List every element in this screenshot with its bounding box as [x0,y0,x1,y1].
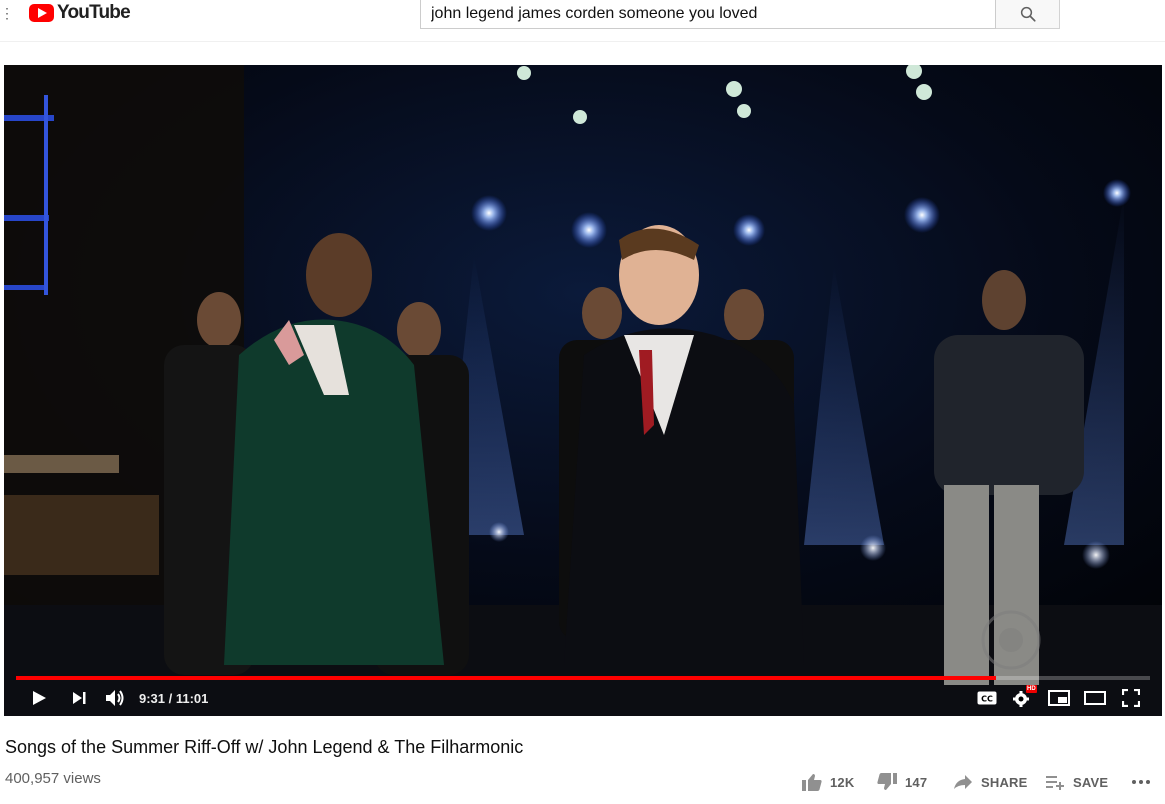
fullscreen-button[interactable] [1118,685,1144,711]
youtube-play-icon [29,4,54,22]
progress-played [16,676,996,680]
like-count: 12K [830,774,855,790]
video-frame [4,65,1162,716]
share-button[interactable]: SHARE [953,770,1028,794]
playlist-add-icon [1046,776,1064,790]
subtitles-button[interactable]: CC [974,685,1000,711]
miniplayer-button[interactable] [1046,685,1072,711]
logo-text: YouTube [57,2,131,23]
dislike-count: 147 [905,774,928,790]
theater-icon [1084,691,1106,705]
more-actions-button[interactable] [1131,770,1151,794]
thumbs-down-icon [877,773,897,790]
share-label: SHARE [981,774,1028,790]
play-button[interactable] [26,685,52,711]
volume-icon [106,690,124,706]
theater-mode-button[interactable] [1082,685,1108,711]
search-button[interactable] [996,0,1060,29]
youtube-logo[interactable]: YouTube [29,2,131,23]
video-player[interactable]: 9:31 / 11:01 CC HD [4,65,1162,716]
fullscreen-icon [1122,689,1140,707]
video-title: Songs of the Summer Riff-Off w/ John Leg… [5,737,524,757]
progress-bar[interactable] [16,676,1150,680]
mute-button[interactable] [102,685,128,711]
svg-text:CC: CC [981,695,993,704]
video-actions: 12K 147 SHARE SAVE [0,770,1165,794]
guide-menu-icon[interactable]: ⋮ [0,4,14,22]
play-icon [33,691,46,705]
save-button[interactable]: SAVE [1045,770,1108,794]
share-icon [954,775,972,789]
skip-next-icon [73,692,86,704]
search-icon [1020,6,1036,22]
thumbs-up-icon [802,774,822,791]
settings-button[interactable]: HD [1010,685,1037,711]
search-bar [420,0,1060,29]
hd-badge: HD [1026,685,1037,693]
search-input[interactable] [420,0,996,29]
dislike-button[interactable]: 147 [877,770,927,794]
more-icon [1132,780,1150,784]
save-label: SAVE [1073,774,1109,790]
like-button[interactable]: 12K [802,770,854,794]
miniplayer-icon [1048,690,1070,706]
cc-icon: CC [977,691,997,705]
time-display: 9:31 / 11:01 [139,691,209,706]
masthead: ⋮ YouTube [0,0,1165,42]
player-controls: 9:31 / 11:01 CC HD [4,681,1162,716]
next-button[interactable] [66,685,92,711]
